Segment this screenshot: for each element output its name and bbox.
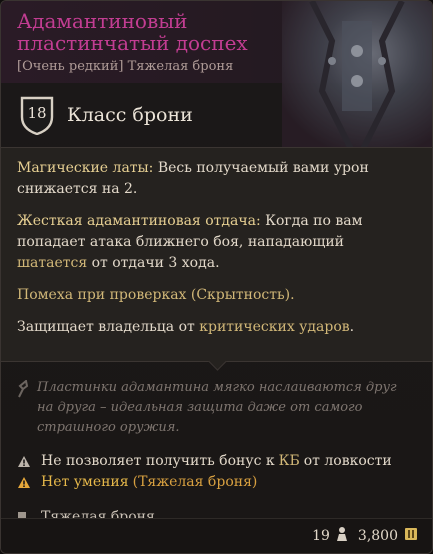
stealth-disadvantage: Помеха при проверках (Скрытность). — [17, 285, 416, 306]
proficiency-type: (Тяжелая броня) — [132, 474, 258, 490]
no-proficiency-text: Нет умения — [41, 474, 129, 490]
tooltip-header: Адамантиновый пластинчатый доспех [Очень… — [1, 1, 432, 151]
weight-icon — [336, 526, 348, 546]
passive-adamantine-backlash: Жесткая адамантиновая отдача: Когда по в… — [17, 211, 416, 274]
stealth-text: (Скрытность). — [186, 287, 295, 303]
item-title: Адамантиновый пластинчатый доспех — [17, 9, 248, 55]
lore-text: Пластинки адамантина мягко наслаиваются … — [37, 380, 397, 435]
item-subtitle: [Очень редкий] Тяжелая броня — [17, 59, 234, 74]
tooltip-footer: 19 3,800 — [1, 518, 432, 553]
dex-bonus-note: Не позволяет получить бонус к КБ от ловк… — [1, 453, 432, 469]
warning-icon — [17, 455, 33, 468]
description-panel: Магические латы: Весь получаемый вами ур… — [1, 147, 432, 371]
passive-name: Магические латы: — [17, 160, 154, 176]
crit-text: Защищает владельца от — [17, 319, 200, 335]
price-value: 3,800 — [357, 528, 398, 544]
crit-protection: Защищает владельца от критических ударов… — [17, 317, 416, 338]
passive-text: от отдачи 3 хода. — [87, 255, 220, 271]
armor-class-row: 18 Класс брони — [1, 83, 432, 147]
note-text: Не позволяет получить бонус к — [41, 453, 275, 469]
lore-block: Пластинки адамантина мягко наслаиваются … — [1, 362, 432, 438]
armor-class-label: Класс брони — [67, 104, 193, 126]
reeling-link[interactable]: шатается — [17, 255, 87, 271]
warning-icon — [17, 476, 33, 489]
gold-icon — [404, 527, 418, 545]
weight-value: 19 — [312, 528, 330, 544]
disadvantage-link[interactable]: Помеха — [17, 287, 73, 303]
shield-icon: 18 — [19, 95, 55, 135]
critical-hits-link[interactable]: критических ударов — [199, 319, 349, 335]
passive-name: Жесткая адамантиновая отдача: — [17, 213, 261, 229]
ac-link[interactable]: КБ — [279, 453, 300, 469]
quill-icon — [17, 378, 29, 438]
item-tooltip: Адамантиновый пластинчатый доспех [Очень… — [0, 0, 433, 554]
armor-class-value: 18 — [27, 104, 47, 122]
passive-magic-plate: Магические латы: Весь получаемый вами ур… — [17, 158, 416, 200]
proficiency-note: Нет умения (Тяжелая броня) — [1, 474, 432, 490]
note-text-end: от ловкости — [303, 453, 392, 469]
checks-link[interactable]: проверках — [110, 287, 187, 303]
text-at: при — [73, 287, 110, 303]
crit-text-end: . — [349, 319, 355, 335]
